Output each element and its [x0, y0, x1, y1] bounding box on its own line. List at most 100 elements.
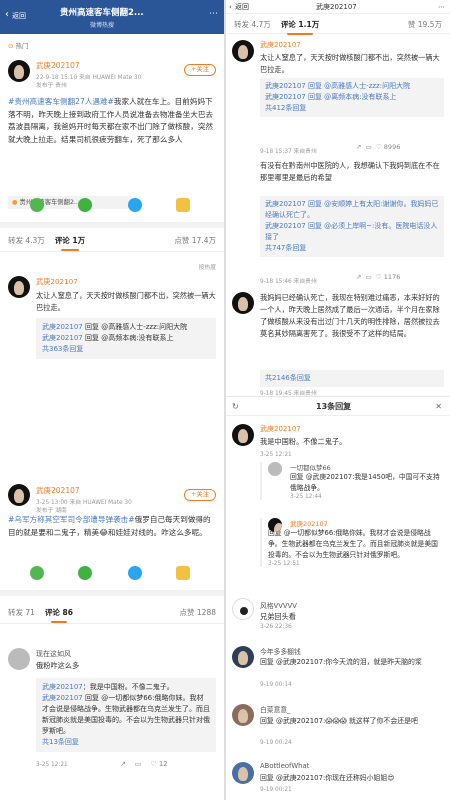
moments-icon[interactable]	[78, 198, 92, 212]
avatar[interactable]	[8, 484, 30, 506]
reply-item[interactable]: 武庚202107：我是中国粉。不像二鬼子。	[42, 682, 210, 693]
more-icon[interactable]: ⋯	[438, 0, 445, 14]
post-hashtag[interactable]: #乌军方称其空军司令部遭导弹袭击#	[8, 515, 135, 524]
back-label[interactable]: 返回	[235, 0, 249, 14]
post-location: 发布于 湖南	[36, 508, 67, 514]
comment-time: 9-18 15:46 来自贵州	[260, 279, 317, 285]
back-icon[interactable]: ‹	[5, 9, 9, 20]
reply-box: 武庚202107：我是中国粉。不像二鬼子。 武庚202107 回复 @一切都似梦…	[36, 678, 216, 752]
more-replies-link[interactable]: 共747条回复	[265, 243, 439, 254]
nested-reply: 武庚202107 回复 @一切都似梦66:俄略你妹。我材才会说是侵略战争。生物武…	[260, 518, 444, 567]
avatar[interactable]	[232, 292, 254, 314]
reply-text: 回复 @武庚202107:😱😱😱 就这样了你不会还是吧	[260, 717, 418, 725]
follow-button[interactable]: +关注	[184, 489, 216, 501]
avatar[interactable]	[232, 40, 254, 62]
reply-item[interactable]: 武庚202107 回复 @高频本病:没有联系上	[42, 333, 210, 344]
reply-time: 3-26 22:36	[260, 624, 292, 630]
avatar[interactable]	[232, 646, 254, 668]
back-label[interactable]: 返回	[12, 11, 26, 21]
reply-author[interactable]: 武庚202107	[290, 518, 444, 528]
qzone-icon[interactable]	[176, 198, 190, 212]
comment-author[interactable]: 武庚202107	[36, 277, 78, 287]
comment-author[interactable]: 武庚202107	[260, 40, 301, 50]
avatar[interactable]	[232, 424, 254, 446]
reply-item[interactable]: 武庚202107 回复 @高雅感人士-zzz:问阳大院	[42, 322, 210, 333]
avatar[interactable]	[8, 60, 30, 82]
tab-like[interactable]: 赞 19.5万	[408, 19, 442, 30]
more-replies-link[interactable]: 共363条回复	[42, 344, 210, 355]
share-icon[interactable]: ↗	[120, 760, 126, 768]
reply-item[interactable]: 武庚202107 回复 @高雅感人士-zzz:问阳大院	[265, 81, 439, 92]
reply-text: 兄弟回头看	[260, 612, 296, 621]
wechat-icon[interactable]	[30, 566, 44, 580]
reply-author[interactable]: 白菜意意_	[260, 704, 291, 714]
sort-toggle[interactable]: 按热度	[199, 262, 216, 271]
avatar[interactable]	[8, 648, 30, 670]
avatar[interactable]	[232, 704, 254, 726]
replies-title: 13条回复	[316, 402, 352, 411]
reply-box: 共2146条回复	[260, 370, 444, 387]
reply-author[interactable]: 一切都似梦66	[290, 462, 444, 472]
reply-author[interactable]: 今年多多棚钱	[260, 646, 301, 656]
like-icon[interactable]: ♡	[376, 273, 382, 281]
avatar[interactable]	[232, 598, 254, 620]
post-author[interactable]: 武庚202107	[36, 485, 80, 496]
share-icon[interactable]: ↗	[356, 273, 361, 281]
post-text: #乌军方称其空军司令部遭导弹袭击#俄罗自己每天到做得的目的就是要和二鬼子，精美😂…	[8, 515, 211, 537]
reply-author[interactable]: ABottleofWhat	[260, 762, 309, 770]
reply-time: 9-19 00:14	[260, 682, 292, 688]
back-icon[interactable]: ‹	[229, 0, 232, 14]
left-header: ‹ 返回 贵州高速客车侧翻2... 微博热搜 ⋯	[0, 0, 224, 34]
stats-tabs-2: 转发 71 评论 86 点赞 1288	[0, 602, 224, 624]
reply-author[interactable]: 风格VVVVV	[260, 600, 297, 610]
qq-icon[interactable]	[128, 566, 142, 580]
reply-author[interactable]: 武庚202107	[260, 424, 301, 434]
like-icon[interactable]: ♡	[376, 143, 382, 151]
post-location: 发布于 贵州	[36, 83, 67, 89]
avatar[interactable]	[268, 518, 282, 532]
reply-text: 回复 @一切都似梦66:俄略你妹。我材才会说是侵略战争。生物武器都在乌克兰发生了…	[268, 529, 438, 559]
avatar[interactable]	[232, 762, 254, 784]
comment-icon[interactable]: ▭	[366, 273, 372, 281]
avatar[interactable]	[268, 462, 282, 476]
comment-author[interactable]: 现在这如风	[36, 649, 71, 659]
like-count: 12	[158, 760, 168, 768]
share-icon[interactable]: ↗	[356, 143, 361, 151]
tab-repost[interactable]: 转发 71	[8, 607, 35, 618]
comment-icon[interactable]: ▭	[366, 143, 372, 151]
header-title: 武庚202107	[316, 3, 357, 11]
page-subtitle: 微博热搜	[90, 22, 115, 29]
reply-item[interactable]: 武庚202107 回复 @离频本病:没有联系上	[265, 92, 439, 103]
reply-text: 回复 @武庚202107:你今天流的泪，就是昨天脑的浆	[260, 658, 422, 666]
tab-repost[interactable]: 转发 4.7万	[234, 19, 271, 30]
tab-like[interactable]: 点赞 17.4万	[174, 235, 216, 246]
reply-item[interactable]: 武庚202107 回复 @安顺婷上有太阳:谢谢你。我妈妈已经确认死亡了。	[265, 199, 439, 221]
comment-actions: ↗ ▭ ♡ 12	[120, 760, 168, 768]
qzone-icon[interactable]	[176, 566, 190, 580]
more-replies-link[interactable]: 共412条回复	[265, 103, 439, 114]
moments-icon[interactable]	[78, 566, 92, 580]
wechat-icon[interactable]	[30, 198, 44, 212]
tab-comment[interactable]: 评论 1万	[55, 235, 85, 251]
qq-icon[interactable]	[128, 198, 142, 212]
more-replies-link[interactable]: 共2146条回复	[265, 373, 439, 384]
more-replies-link[interactable]: 共13条回复	[42, 737, 210, 748]
comment-text: 太让人窒息了，天天按时做核酸门都不出，突然被一辆大巴拉走。	[36, 291, 216, 312]
tab-comment[interactable]: 评论 1.1万	[281, 19, 319, 35]
comment-icon[interactable]: ▭	[135, 760, 142, 768]
close-icon[interactable]: ✕	[435, 397, 442, 417]
tab-comment[interactable]: 评论 86	[45, 607, 73, 623]
reply-box: 武庚202107 回复 @安顺婷上有太阳:谢谢你。我妈妈已经确认死亡了。 武庚2…	[260, 196, 444, 257]
like-icon[interactable]: ♡	[150, 760, 156, 768]
avatar[interactable]	[8, 276, 30, 298]
reply-item[interactable]: 武庚202107 回复 @必须上岸啊~:没有。医院电话没人接了	[265, 221, 439, 243]
refresh-icon[interactable]: ↻	[232, 397, 239, 417]
more-icon[interactable]: ⋯	[209, 9, 218, 19]
post-author[interactable]: 武庚202107	[36, 60, 80, 71]
tab-repost[interactable]: 转发 4.3万	[8, 235, 45, 246]
follow-button[interactable]: +关注	[184, 64, 216, 76]
tab-like[interactable]: 点赞 1288	[180, 607, 216, 618]
reply-item[interactable]: 武庚202107 回复 @一切都似梦66:俄略你妹。我材才会说是侵略战争。生物武…	[42, 693, 210, 737]
topic-tag[interactable]: ⊙ 热门	[8, 40, 29, 50]
post-hashtag[interactable]: #贵州高速客车侧翻27人遇难#	[8, 97, 114, 106]
